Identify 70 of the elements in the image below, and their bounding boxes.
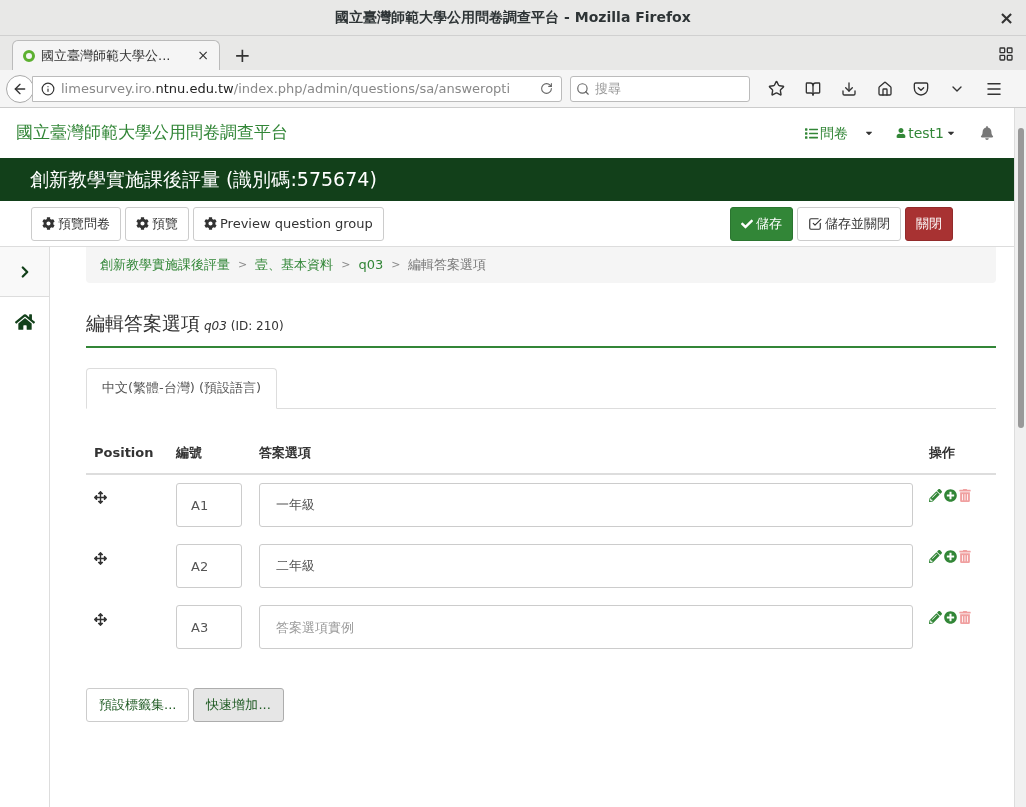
column-header: 操作 xyxy=(928,444,956,462)
window-title: 國立臺灣師範大學公用問卷調查平台 - Mozilla Firefox xyxy=(335,8,691,27)
preview-button[interactable]: 預覽 xyxy=(125,206,189,241)
edit-icon[interactable] xyxy=(929,488,942,502)
download-icon[interactable] xyxy=(841,80,857,97)
edit-icon[interactable] xyxy=(929,610,942,624)
preview-button[interactable]: 預覽問卷 xyxy=(31,206,121,241)
user-icon xyxy=(896,128,907,138)
edit-icon[interactable] xyxy=(929,549,942,563)
url-field[interactable]: limesurvey.iro.ntnu.edu.tw/index.php/admin/questions/sa/answeropti xyxy=(32,75,562,102)
preview-button[interactable]: Preview question group xyxy=(193,206,384,241)
question-id: q03 (ID: 210) xyxy=(204,318,284,335)
quick-add-button[interactable]: 快速增加... xyxy=(193,687,284,722)
gear-icon xyxy=(136,217,149,230)
add-icon[interactable] xyxy=(944,610,957,624)
close-button[interactable]: × xyxy=(998,4,1014,31)
add-icon[interactable] xyxy=(944,549,957,563)
label-sets-button[interactable]: 預設標籤集... xyxy=(86,687,190,722)
save-button[interactable]: 儲存 xyxy=(730,206,793,241)
info-icon[interactable] xyxy=(41,81,55,96)
column-header: 編號 xyxy=(174,444,203,462)
site-title[interactable]: 國立臺灣師範大學公用問卷調查平台 xyxy=(16,120,806,146)
drag-handle-icon[interactable] xyxy=(94,490,107,504)
home-icon[interactable] xyxy=(14,313,35,331)
reading-list-icon[interactable] xyxy=(805,80,821,97)
bookmark-star-icon[interactable] xyxy=(768,80,785,97)
pocket-icon[interactable] xyxy=(913,80,929,97)
column-header: 答案選項 xyxy=(258,444,312,462)
code-field[interactable]: A1 xyxy=(176,483,242,527)
code-field[interactable]: A2 xyxy=(176,544,242,588)
tab-title: 國立臺灣師範大學公... xyxy=(41,46,172,65)
home-icon[interactable] xyxy=(877,80,893,97)
code-field[interactable]: A3 xyxy=(176,605,242,649)
drag-handle-icon[interactable] xyxy=(94,612,107,626)
surveys-menu[interactable]: 問卷 xyxy=(805,122,875,144)
tab-list-icon[interactable] xyxy=(998,46,1014,62)
answer-field[interactable]: 答案選項實例 xyxy=(259,605,913,649)
breadcrumb-link[interactable]: 創新教學實施課後評量 xyxy=(100,255,230,275)
check-icon xyxy=(741,217,753,230)
answer-field[interactable]: 一年級 xyxy=(259,483,913,527)
check-box-icon xyxy=(808,216,822,231)
breadcrumb-separator: > xyxy=(238,256,248,273)
breadcrumb-link[interactable]: 壹、基本資料 xyxy=(255,255,334,275)
breadcrumb-separator: > xyxy=(391,256,401,273)
search-field[interactable]: 搜尋 xyxy=(570,75,750,102)
bell-icon[interactable] xyxy=(980,126,994,140)
breadcrumb-link[interactable]: q03 xyxy=(358,255,384,275)
gear-icon xyxy=(42,217,55,230)
browser-tab[interactable]: 國立臺灣師範大學公... × xyxy=(12,40,220,70)
tab-close-button[interactable]: × xyxy=(197,45,209,66)
reload-icon[interactable] xyxy=(540,82,553,95)
site-favicon xyxy=(23,49,35,62)
scrollbar[interactable] xyxy=(1014,108,1026,807)
save-and-close-button[interactable]: 儲存並關閉 xyxy=(797,206,901,241)
breadcrumb-separator: > xyxy=(341,256,351,273)
answer-field[interactable]: 二年級 xyxy=(259,544,913,588)
back-button[interactable] xyxy=(6,74,34,103)
new-tab-button[interactable]: + xyxy=(228,40,257,70)
language-tab[interactable]: 中文(繁體-台灣) (預設語言) xyxy=(86,367,278,409)
user-menu[interactable]: test1 xyxy=(896,122,956,144)
list-icon xyxy=(805,126,819,140)
search-icon xyxy=(576,81,590,96)
url-text: limesurvey.iro.ntnu.edu.tw/index.php/admin/questions/sa/answeropti xyxy=(61,79,512,98)
page-heading: 編輯答案選項 xyxy=(86,311,200,336)
gear-icon xyxy=(204,217,217,230)
add-icon[interactable] xyxy=(944,488,957,502)
survey-title: 創新教學實施課後評量 (識別碼:575674) xyxy=(30,167,377,193)
drag-handle-icon[interactable] xyxy=(94,551,107,565)
column-header: Position xyxy=(93,444,155,462)
close-button[interactable]: 關閉 xyxy=(905,206,953,241)
